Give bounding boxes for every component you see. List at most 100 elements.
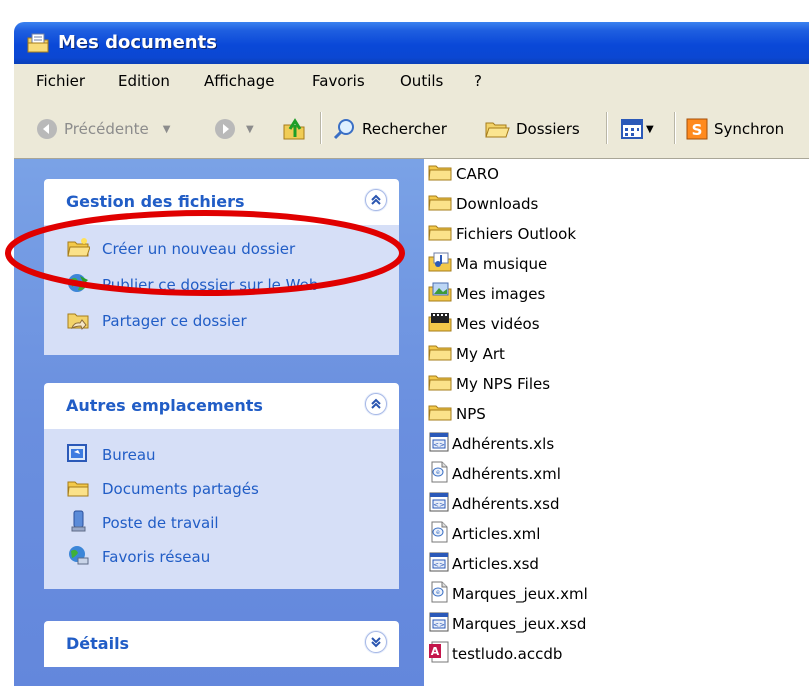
back-dropdown-icon[interactable]: ▼: [163, 124, 171, 135]
back-label: Précédente: [64, 120, 149, 138]
file-item[interactable]: <> Adhérents.xls: [428, 431, 554, 457]
up-folder-icon: [282, 117, 308, 141]
publish-web-link[interactable]: Publier ce dossier sur le Web: [66, 273, 318, 297]
file-item[interactable]: e Marques_jeux.xml: [428, 581, 588, 607]
back-button[interactable]: Précédente ▼: [36, 116, 170, 142]
shared-documents-label: Documents partagés: [102, 480, 259, 498]
share-folder-label: Partager ce dossier: [102, 312, 247, 330]
file-item[interactable]: Downloads: [428, 191, 538, 217]
file-name: Articles.xml: [452, 525, 541, 543]
menu-fichier[interactable]: Fichier: [36, 72, 85, 90]
svg-text:e: e: [436, 529, 440, 536]
file-name: My Art: [456, 345, 505, 363]
forward-arrow-icon: [214, 118, 236, 140]
details-title: Détails: [66, 634, 130, 653]
expand-chevron-icon[interactable]: [365, 631, 387, 653]
forward-dropdown-icon[interactable]: ▼: [246, 124, 254, 135]
window-title: Mes documents: [58, 32, 217, 53]
sync-icon: S: [686, 118, 708, 140]
file-item[interactable]: Ma musique: [428, 251, 547, 277]
new-folder-link[interactable]: Créer un nouveau dossier: [66, 237, 295, 261]
other-places-panel: Bureau Documents partagés Poste de trava…: [44, 429, 399, 589]
views-dropdown-icon[interactable]: ▼: [646, 124, 654, 135]
views-icon: [620, 118, 644, 140]
svg-text:e: e: [436, 589, 440, 596]
xml-file-icon: e: [428, 581, 452, 607]
my-computer-link[interactable]: Poste de travail: [66, 510, 219, 536]
new-folder-label: Créer un nouveau dossier: [102, 240, 296, 258]
menu-favoris[interactable]: Favoris: [312, 72, 365, 90]
shared-folder-icon: [66, 476, 102, 502]
shared-documents-link[interactable]: Documents partagés: [66, 477, 259, 501]
desktop-label: Bureau: [102, 446, 156, 464]
menu-help[interactable]: ?: [474, 72, 482, 90]
collapse-chevron-icon[interactable]: [365, 393, 387, 415]
file-item[interactable]: Mes vidéos: [428, 311, 540, 337]
svg-text:<>: <>: [433, 621, 445, 629]
desktop-icon: [66, 442, 102, 468]
other-places-title: Autres emplacements: [66, 396, 263, 415]
title-bar: Mes documents: [14, 22, 809, 64]
svg-text:S: S: [692, 121, 703, 139]
xml-file-icon: e: [428, 521, 452, 547]
svg-text:A: A: [431, 645, 440, 658]
video-folder-icon: [428, 311, 456, 337]
desktop-link[interactable]: Bureau: [66, 443, 156, 467]
other-places-header[interactable]: Autres emplacements: [44, 383, 399, 429]
file-item[interactable]: Mes images: [428, 281, 545, 307]
svg-text:e: e: [436, 469, 440, 476]
xml-file-icon: e: [428, 461, 452, 487]
xsd-file-icon: <>: [428, 491, 452, 517]
folders-button[interactable]: Dossiers: [484, 116, 580, 142]
search-button[interactable]: Rechercher: [332, 116, 447, 142]
file-item[interactable]: e Articles.xml: [428, 521, 540, 547]
toolbar: Précédente ▼ ▼ Rechercher Dossiers ▼ S S…: [14, 98, 809, 159]
file-name: Marques_jeux.xsd: [452, 615, 587, 633]
menu-outils[interactable]: Outils: [400, 72, 443, 90]
folders-label: Dossiers: [516, 120, 580, 138]
menu-edition[interactable]: Edition: [118, 72, 170, 90]
file-item[interactable]: Fichiers Outlook: [428, 221, 576, 247]
search-icon: [332, 117, 356, 141]
file-name: Marques_jeux.xml: [452, 585, 588, 603]
xsd-file-icon: <>: [428, 611, 452, 637]
back-arrow-icon: [36, 118, 58, 140]
computer-icon: [66, 510, 102, 536]
file-item[interactable]: <> Marques_jeux.xsd: [428, 611, 586, 637]
sync-button[interactable]: S Synchron: [686, 116, 784, 142]
my-documents-icon: [26, 32, 50, 58]
forward-button[interactable]: ▼: [214, 116, 254, 142]
folders-icon: [484, 118, 510, 140]
file-name: CARO: [456, 165, 499, 183]
file-item[interactable]: NPS: [428, 401, 486, 427]
menu-bar: Fichier Edition Affichage Favoris Outils…: [14, 64, 809, 99]
up-folder-button[interactable]: [282, 116, 308, 142]
file-management-header[interactable]: Gestion des fichiers: [44, 179, 399, 225]
file-item[interactable]: My NPS Files: [428, 371, 550, 397]
file-name: Downloads: [456, 195, 539, 213]
my-computer-label: Poste de travail: [102, 514, 219, 532]
views-button[interactable]: ▼: [620, 116, 654, 142]
folder-icon: [428, 161, 456, 187]
publish-web-label: Publier ce dossier sur le Web: [102, 276, 319, 294]
collapse-chevron-icon[interactable]: [365, 189, 387, 211]
network-places-link[interactable]: Favoris réseau: [66, 545, 210, 569]
details-header[interactable]: Détails: [44, 621, 399, 667]
file-name: Mes vidéos: [456, 315, 540, 333]
file-name: Ma musique: [456, 255, 548, 273]
file-item[interactable]: <> Adhérents.xsd: [428, 491, 560, 517]
file-item[interactable]: CARO: [428, 161, 499, 187]
file-item[interactable]: Atestludo.accdb: [428, 641, 562, 667]
file-item[interactable]: e Adhérents.xml: [428, 461, 561, 487]
music-folder-icon: [428, 251, 456, 277]
svg-text:<>: <>: [433, 501, 445, 509]
menu-affichage[interactable]: Affichage: [204, 72, 274, 90]
share-folder-link[interactable]: Partager ce dossier: [66, 309, 247, 333]
file-item[interactable]: My Art: [428, 341, 505, 367]
file-item[interactable]: <> Articles.xsd: [428, 551, 539, 577]
search-label: Rechercher: [362, 120, 447, 138]
new-folder-icon: [66, 236, 102, 262]
file-name: Adhérents.xls: [452, 435, 555, 453]
folder-icon: [428, 341, 456, 367]
file-name: My NPS Files: [456, 375, 551, 393]
